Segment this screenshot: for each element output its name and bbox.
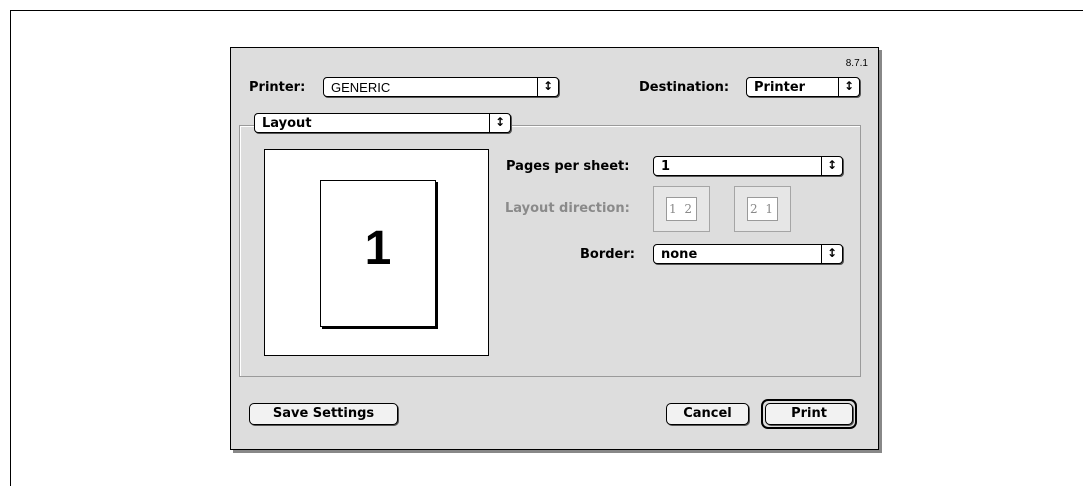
border-value: none [661, 247, 698, 262]
pages-per-sheet-value: 1 [661, 159, 671, 174]
layout-direction-rtl-button[interactable]: 2 1 [734, 186, 791, 232]
print-dialog: 8.7.1 Printer: GENERIC ↕ Destination: Pr… [230, 47, 879, 450]
border-label: Border: [580, 247, 635, 262]
print-button[interactable]: Print [765, 403, 853, 425]
panel-selector-value: Layout [262, 116, 312, 131]
preview-page-number: 1 [364, 222, 392, 275]
save-settings-button[interactable]: Save Settings [249, 403, 398, 425]
printer-value: GENERIC [331, 80, 391, 95]
destination-value: Printer [754, 80, 806, 95]
cancel-button[interactable]: Cancel [666, 403, 749, 425]
printer-popup[interactable]: GENERIC ↕ [323, 77, 559, 97]
updown-arrows-icon: ↕ [489, 114, 510, 132]
panel-selector-popup[interactable]: Layout ↕ [254, 113, 511, 133]
preview-page: 1 [320, 180, 436, 327]
updown-arrows-icon: ↕ [537, 78, 558, 96]
page-frame-left [10, 10, 11, 486]
layout-direction-ltr-button[interactable]: 1 2 [653, 186, 710, 232]
updown-arrows-icon: ↕ [838, 78, 859, 96]
pages-per-sheet-popup[interactable]: 1 ↕ [653, 156, 843, 176]
page-frame-top [10, 10, 1083, 11]
pages-per-sheet-label: Pages per sheet: [506, 159, 630, 174]
destination-label: Destination: [639, 80, 730, 95]
border-popup[interactable]: none ↕ [653, 244, 843, 264]
page-order-ltr-icon: 1 2 [666, 197, 697, 221]
layout-direction-label: Layout direction: [505, 201, 630, 216]
updown-arrows-icon: ↕ [821, 157, 842, 175]
destination-popup[interactable]: Printer ↕ [746, 77, 860, 97]
layout-preview: 1 [264, 149, 489, 356]
updown-arrows-icon: ↕ [821, 245, 842, 263]
page-order-rtl-icon: 2 1 [747, 197, 778, 221]
printer-label: Printer: [249, 80, 306, 95]
version-label: 8.7.1 [845, 58, 868, 69]
